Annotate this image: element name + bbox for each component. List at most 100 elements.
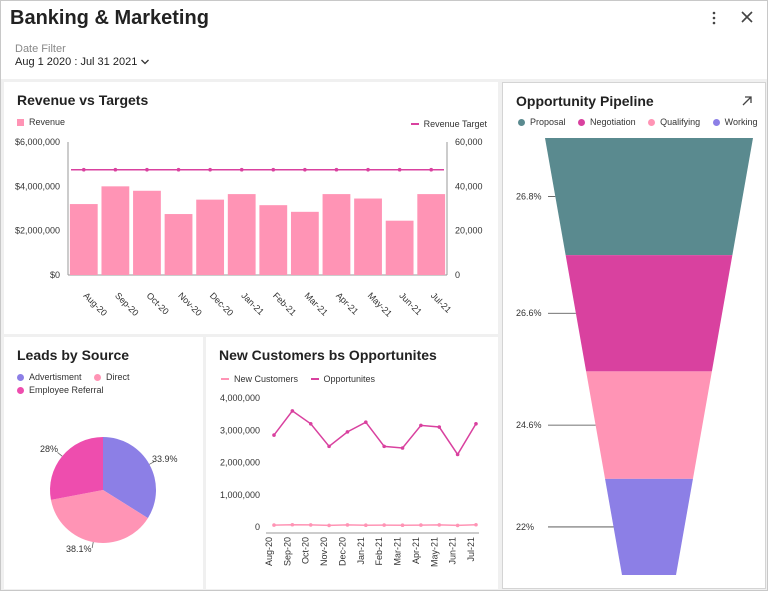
revenue-chart-plot: $6,000,000 $4,000,000 $2,000,000 $0 60,000 40…	[15, 137, 483, 319]
revenue-vs-targets-card[interactable]: Revenue vs Targets Revenue Revenue Targe…	[4, 82, 498, 334]
x-tick-label: Jul-21	[429, 290, 453, 314]
more-options-icon[interactable]	[705, 9, 723, 27]
date-filter-dropdown[interactable]: Aug 1 2020 : Jul 31 2021	[15, 56, 150, 68]
bar-revenue	[164, 214, 193, 275]
point-new-customers	[308, 523, 313, 527]
pie-label-leader	[57, 452, 63, 457]
chevron-down-icon	[141, 59, 150, 65]
dashboard-header: Banking & Marketing Date Filter Aug 1 20…	[1, 1, 767, 79]
dashboard-window: Banking & Marketing Date Filter Aug 1 20…	[0, 0, 768, 591]
point-opportunites	[308, 422, 313, 426]
x-tick-label: Oct-20	[145, 290, 171, 316]
pie-label-leader	[91, 542, 94, 549]
point-opportunites	[400, 446, 405, 450]
point-revenue-target	[239, 167, 244, 172]
point-revenue-target	[81, 167, 86, 172]
x-tick-label: Mar-21	[393, 537, 403, 566]
y-tick-label-left: $4,000,000	[15, 181, 60, 191]
point-new-customers	[272, 523, 276, 527]
y-tick-label: 0	[255, 522, 260, 532]
point-opportunites	[272, 433, 276, 437]
x-tick-label: Aug-20	[264, 537, 274, 566]
funnel-segment	[605, 478, 693, 575]
x-tick-label: Aug-20	[81, 290, 109, 318]
close-icon[interactable]	[738, 8, 756, 26]
bar-revenue	[227, 194, 256, 275]
x-tick-label: Jun-21	[448, 537, 458, 565]
x-tick-label: Jan-21	[356, 537, 366, 565]
point-new-customers	[382, 523, 386, 527]
x-tick-label: Apr-21	[411, 537, 421, 564]
x-tick-label: Nov-20	[319, 537, 329, 566]
line-new-customers	[273, 523, 477, 527]
bar-revenue	[196, 199, 225, 275]
point-new-customers	[437, 523, 442, 527]
point-revenue-target	[429, 167, 434, 172]
point-opportunites	[327, 444, 331, 449]
y-tick-label: 1,000,000	[220, 490, 260, 500]
new-customers-card[interactable]: New Customers bs Opportunites New Custom…	[206, 337, 498, 589]
point-new-customers	[400, 523, 405, 528]
y-tick-label-left: $0	[50, 270, 60, 280]
x-tick-label: Sep-20	[282, 537, 292, 566]
bar-revenue	[133, 190, 161, 275]
point-revenue-target	[208, 167, 212, 172]
x-tick-label: Nov-20	[176, 290, 204, 318]
y-tick-label-left: $6,000,000	[15, 137, 60, 147]
bar-revenue	[322, 194, 351, 275]
point-revenue-target	[303, 167, 307, 172]
pie-value-label: 28%	[40, 444, 58, 454]
customers-line-chart: 4,000,000 3,000,000 2,000,000 1,000,000 0 Aug…	[220, 393, 479, 567]
x-tick-label: Dec-20	[208, 290, 236, 318]
bar-revenue	[259, 205, 288, 275]
dashboard-title: Banking & Marketing	[10, 7, 209, 29]
bar-revenue	[69, 204, 98, 275]
x-tick-label: May-21	[429, 537, 439, 567]
funnel-value-label: 26.6%	[516, 308, 542, 318]
point-new-customers	[364, 523, 368, 528]
funnel-value-label: 26.8%	[516, 192, 542, 202]
date-filter-label: Date Filter	[15, 43, 66, 55]
bar-revenue	[417, 194, 446, 275]
x-tick-label: Oct-20	[301, 537, 311, 564]
point-revenue-target	[366, 167, 370, 172]
point-revenue-target	[334, 167, 339, 172]
bar-revenue	[385, 220, 414, 275]
point-new-customers	[345, 523, 350, 527]
funnel-segment	[586, 371, 712, 479]
x-tick-label: Feb-21	[271, 290, 298, 317]
point-opportunites	[345, 430, 350, 434]
y-tick-label-right: 40,000	[455, 181, 483, 191]
x-tick-label: Dec-20	[337, 537, 347, 566]
point-new-customers	[327, 523, 331, 528]
point-revenue-target	[113, 167, 118, 172]
point-opportunites	[419, 423, 423, 428]
y-tick-label-left: $2,000,000	[15, 226, 60, 236]
x-tick-label: Feb-21	[374, 537, 384, 566]
point-revenue-target	[271, 167, 276, 172]
y-tick-label: 3,000,000	[220, 425, 260, 435]
x-tick-label: Sep-20	[113, 290, 141, 318]
funnel-segment	[545, 138, 753, 256]
bar-revenue	[354, 198, 382, 275]
point-revenue-target	[397, 167, 402, 172]
funnel-value-label: 24.6%	[516, 420, 542, 430]
opportunity-pipeline-card[interactable]: Opportunity Pipeline Proposal Negotiatio…	[502, 82, 766, 589]
point-revenue-target	[176, 167, 181, 172]
y-tick-label-right: 60,000	[455, 137, 483, 147]
point-opportunites	[437, 425, 442, 429]
point-revenue-target	[145, 167, 149, 172]
x-tick-label: Jul-21	[466, 537, 476, 562]
line-opportunites	[273, 409, 477, 456]
pie-value-label: 38.1%	[66, 544, 92, 554]
leads-by-source-card[interactable]: Leads by Source Advertisment Direct Empl…	[4, 337, 203, 589]
y-tick-label-right: 0	[455, 270, 460, 280]
pipeline-funnel-chart: 26.8% 26.6% 24.6% 22%	[516, 138, 753, 575]
x-tick-label: Jan-21	[239, 290, 266, 317]
x-tick-label: Apr-21	[334, 290, 360, 316]
y-tick-label: 2,000,000	[220, 458, 260, 468]
point-new-customers	[474, 522, 478, 527]
x-tick-label: Jun-21	[397, 290, 424, 317]
point-opportunites	[382, 444, 386, 449]
y-tick-label: 4,000,000	[220, 393, 260, 403]
